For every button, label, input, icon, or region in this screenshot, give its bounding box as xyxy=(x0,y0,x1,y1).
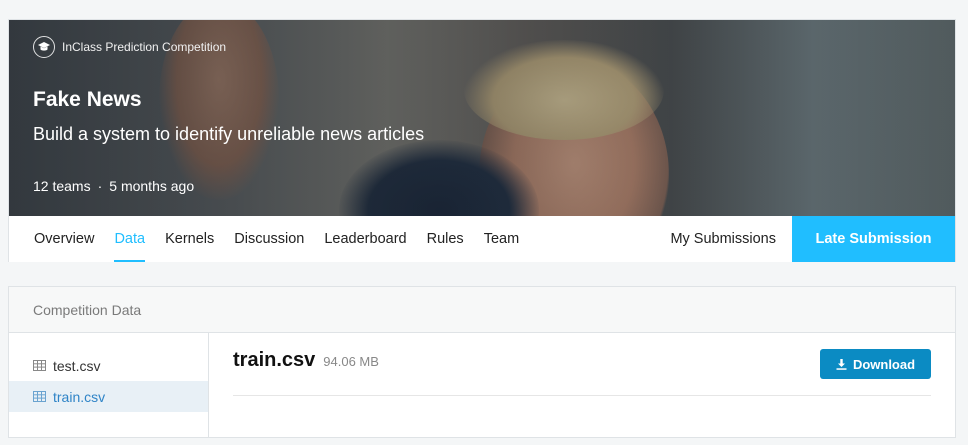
competition-data-header: Competition Data xyxy=(9,287,955,333)
file-list: test.csv train.csv xyxy=(9,333,209,437)
hero-banner: InClass Prediction Competition Fake News… xyxy=(9,20,955,216)
download-icon xyxy=(836,358,847,370)
my-submissions-link[interactable]: My Submissions xyxy=(670,216,776,262)
competition-type-label: InClass Prediction Competition xyxy=(62,40,227,54)
file-item-train-csv[interactable]: train.csv xyxy=(9,381,208,412)
tab-kernels[interactable]: Kernels xyxy=(165,216,214,262)
tab-discussion[interactable]: Discussion xyxy=(234,216,304,262)
tab-overview[interactable]: Overview xyxy=(34,216,94,262)
graduation-cap-icon xyxy=(33,36,55,58)
competition-type-badge: InClass Prediction Competition xyxy=(33,36,226,58)
table-icon xyxy=(33,360,46,371)
competition-nav: Overview Data Kernels Discussion Leaderb… xyxy=(9,216,955,262)
data-body: test.csv train.csv train.csv 94.06 MB Do… xyxy=(9,333,955,437)
tab-team[interactable]: Team xyxy=(484,216,519,262)
teams-count[interactable]: 12 teams xyxy=(33,178,91,194)
competition-header: InClass Prediction Competition Fake News… xyxy=(8,19,956,262)
tab-rules[interactable]: Rules xyxy=(427,216,464,262)
file-name: test.csv xyxy=(53,357,101,374)
tab-leaderboard[interactable]: Leaderboard xyxy=(324,216,406,262)
download-label: Download xyxy=(852,356,916,372)
detail-divider xyxy=(233,395,931,396)
file-name: train.csv xyxy=(53,388,106,405)
table-icon xyxy=(33,391,46,402)
competition-meta: 12 teams · 5 months ago xyxy=(33,178,194,194)
selected-file-name: train.csv xyxy=(233,349,316,371)
download-button[interactable]: Download xyxy=(820,349,931,379)
competition-subtitle: Build a system to identify unreliable ne… xyxy=(33,124,425,144)
competition-data-panel: Competition Data test.csv train.csv trai… xyxy=(8,286,956,438)
file-detail: train.csv 94.06 MB Download xyxy=(209,333,955,437)
file-item-test-csv[interactable]: test.csv xyxy=(9,350,208,381)
tab-list: Overview Data Kernels Discussion Leaderb… xyxy=(9,216,539,262)
tab-data[interactable]: Data xyxy=(114,216,145,262)
competition-title: Fake News xyxy=(33,88,142,111)
competition-age: 5 months ago xyxy=(109,178,195,194)
meta-separator: · xyxy=(97,178,103,194)
late-submission-button[interactable]: Late Submission xyxy=(792,216,955,262)
selected-file-size: 94.06 MB xyxy=(323,354,379,369)
